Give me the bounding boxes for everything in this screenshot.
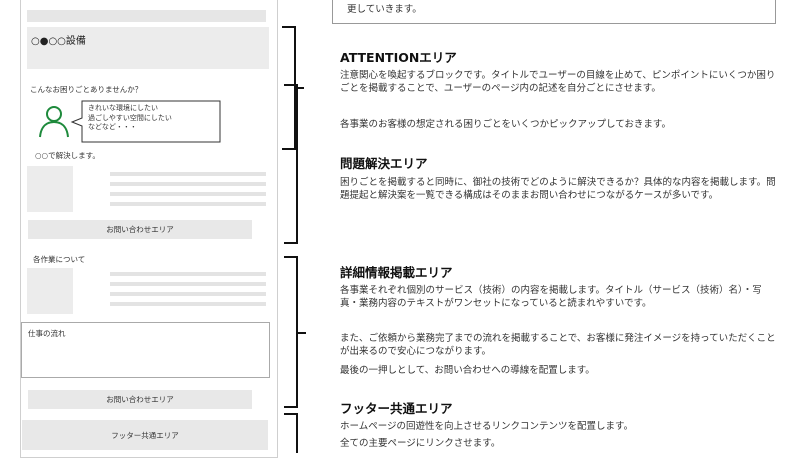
solve-text-line: [110, 172, 266, 176]
solve-text-line: [110, 202, 266, 206]
footer-body: ホームページの回遊性を向上させるリンクコンテンツを配置します。: [340, 421, 634, 432]
contact-area-button-2[interactable]: お問い合わせエリア: [28, 390, 252, 409]
bracket-detail-tick: [298, 332, 306, 334]
footer-area-label: フッター共通エリア: [111, 430, 179, 440]
footer-area: フッター共通エリア: [22, 420, 268, 450]
footer-heading: フッター共通エリア: [340, 401, 453, 416]
previous-section-box: 更していきます。: [332, 0, 776, 24]
footer-body-2: 全ての主要ページにリンクさせます。: [340, 438, 501, 449]
bracket-detail: [284, 256, 298, 408]
about-text-line: [110, 302, 266, 306]
bracket-footer-side: [296, 413, 298, 453]
solve-text: ○○で解決します。: [35, 151, 100, 160]
about-text-line: [110, 282, 266, 286]
contact-area-label: お問い合わせエリア: [106, 225, 174, 234]
detail-body-2: また、ご依頼から業務完了までの流れを掲載することで、お客様に発注イメージを持って…: [340, 333, 776, 357]
problem-heading: 問題解決エリア: [340, 156, 428, 171]
about-image: [27, 268, 73, 314]
about-text-line: [110, 292, 266, 296]
previous-section-text: 更していきます。: [347, 4, 422, 15]
header-bar: [27, 10, 266, 22]
bubble-text: きれいな環境にしたい 過ごしやすい空間にしたい などなど・・・: [88, 104, 172, 131]
detail-body: 各事業それぞれ個別のサービス（技術）の内容を掲載します。タイトル（サービス（技術…: [340, 285, 762, 309]
problem-question: こんなお困りごとありませんか？: [30, 85, 143, 94]
attention-body-2: 各事業のお客様の想定される困りごとをいくつかピックアップしておきます。: [340, 119, 671, 130]
contact-area-label: お問い合わせエリア: [106, 395, 174, 404]
detail-heading: 詳細情報掲載エリア: [340, 265, 453, 280]
work-flow-label: 仕事の流れ: [28, 329, 66, 338]
attention-body: 注意関心を喚起するブロックです。タイトルでユーザーの目線を止めて、ピンポイントに…: [340, 70, 776, 94]
attention-heading: ATTENTIONエリア: [340, 50, 457, 65]
problem-body: 困りごとを掲載すると同時に、御社の技術でどのように解決できるか？具体的な内容を掲…: [340, 177, 776, 201]
main-visual-title: ○●○○設備: [31, 36, 86, 47]
about-label: 各作業について: [33, 255, 86, 264]
detail-body-3: 最後の一押しとして、お問い合わせへの導線を配置します。: [340, 365, 595, 376]
bracket-problem: [284, 84, 298, 244]
solve-text-line: [110, 192, 266, 196]
solve-text-line: [110, 182, 266, 186]
work-flow-box: 仕事の流れ: [21, 322, 270, 378]
person-icon: [39, 106, 69, 138]
main-visual: ○●○○設備: [27, 27, 269, 69]
about-text-line: [110, 272, 266, 276]
solve-image: [27, 166, 73, 212]
contact-area-button-1[interactable]: お問い合わせエリア: [28, 220, 252, 239]
